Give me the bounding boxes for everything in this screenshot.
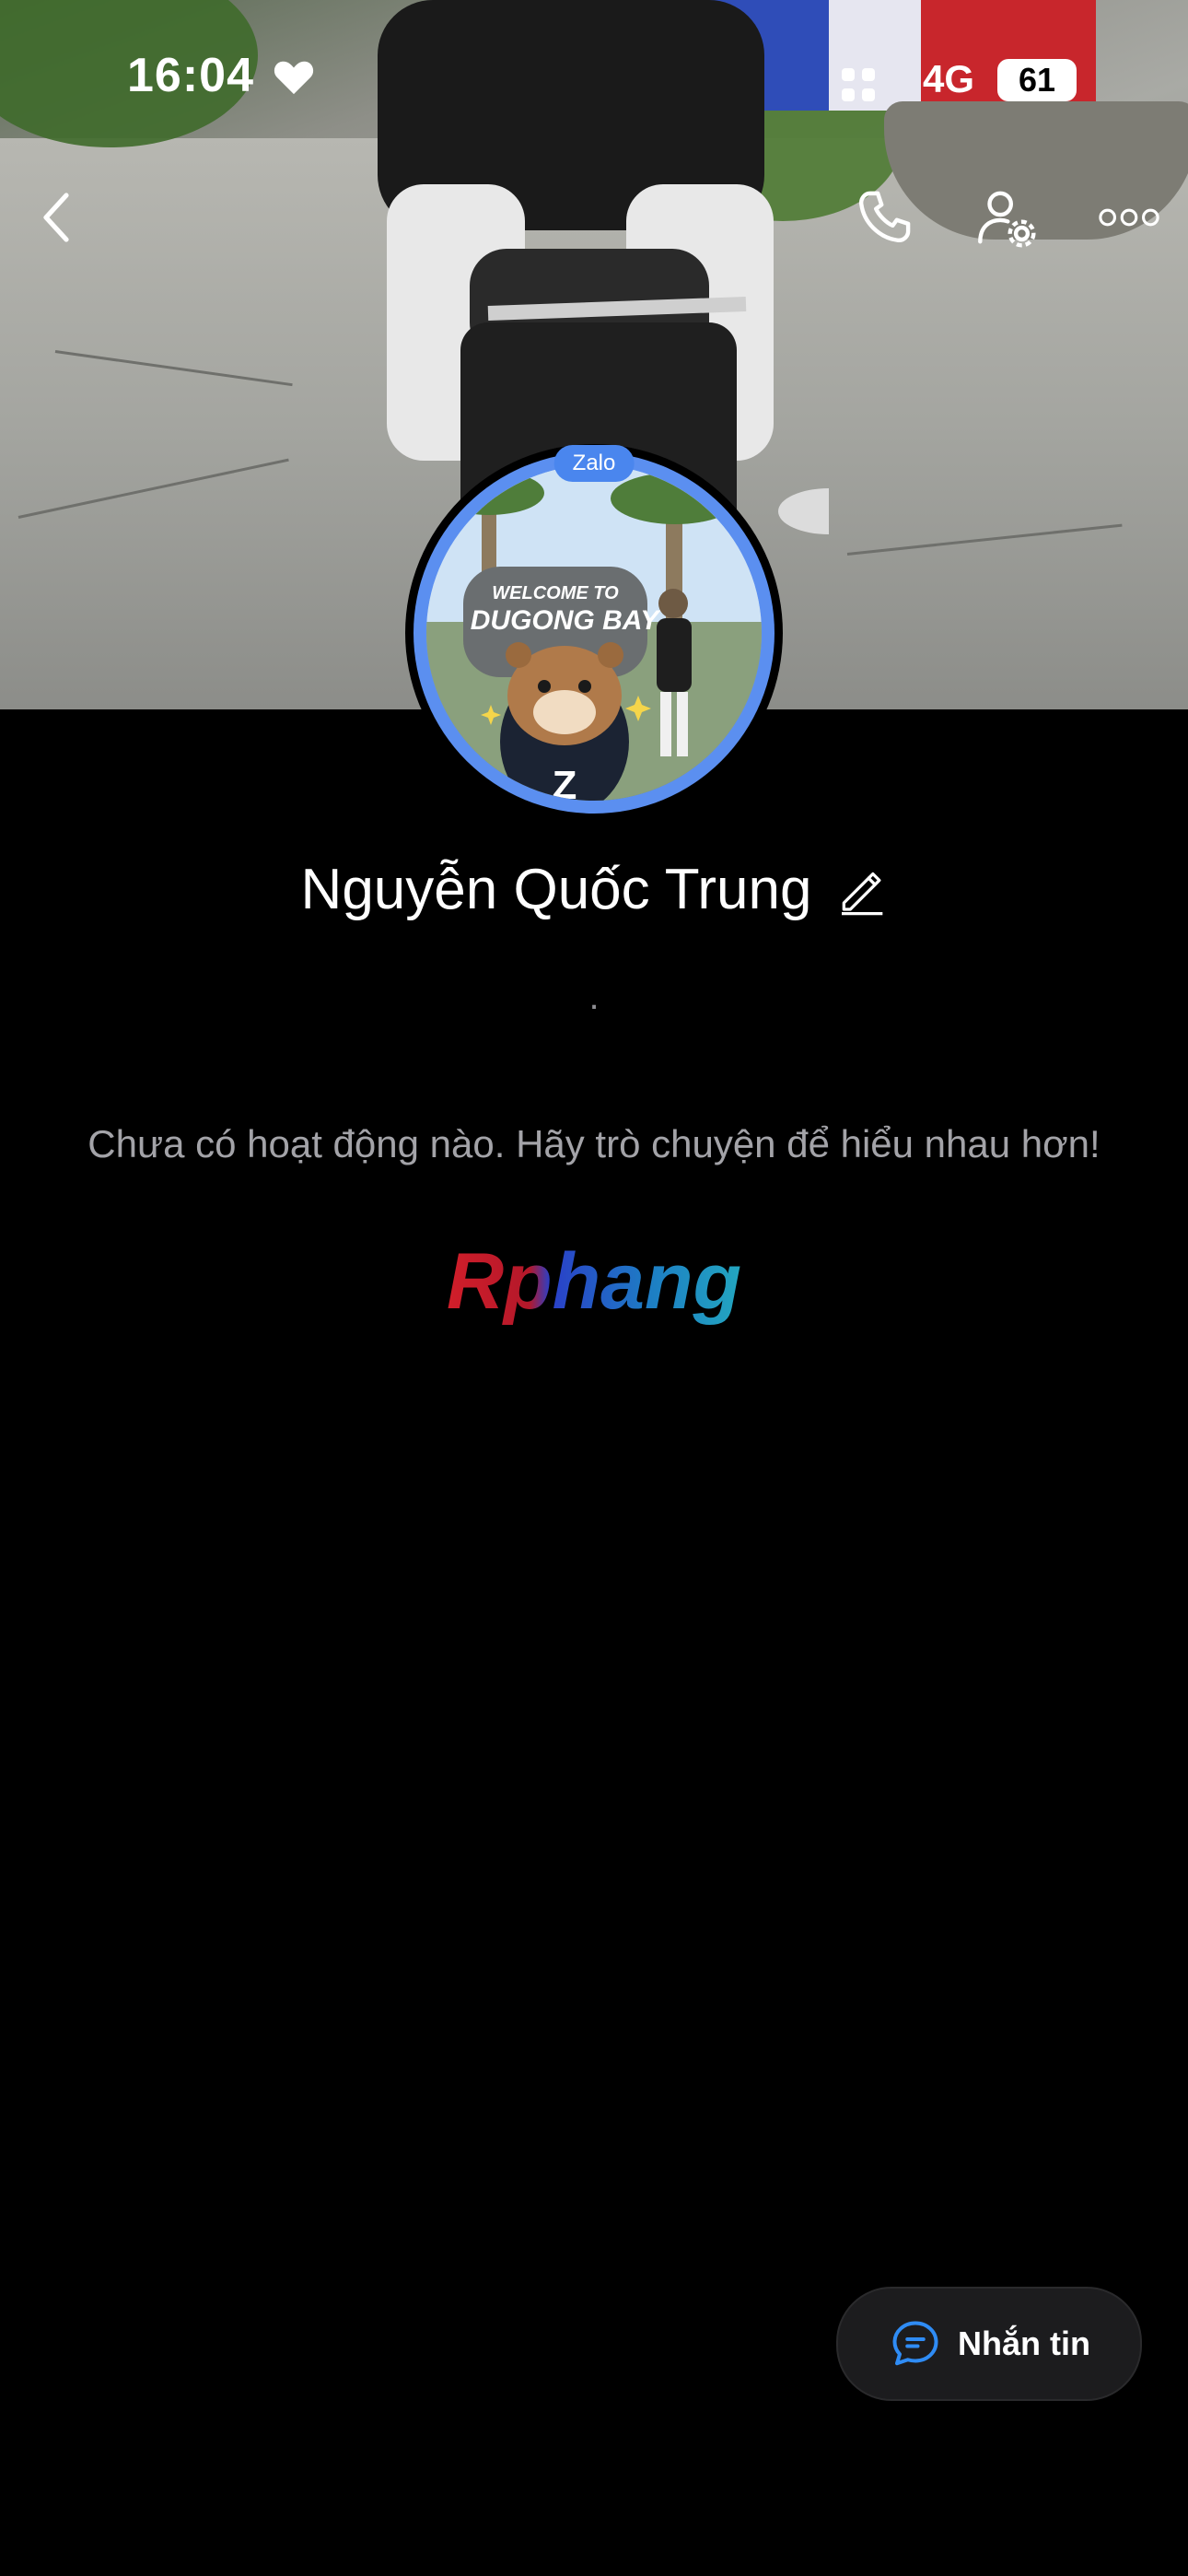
edit-pencil-icon[interactable] [835,864,887,916]
status-separator: . [588,977,600,1017]
brand-logo-text: Rphang [447,1237,741,1326]
control-grid-icon [842,68,875,101]
zalo-badge: Zalo [553,445,635,482]
call-button[interactable] [847,181,921,254]
more-button[interactable] [1092,181,1166,254]
avatar-sign-line2: DUGONG BAY [471,605,661,636]
back-button[interactable] [20,181,94,254]
avatar-illustration: WELCOME TO DUGONG BAY Z [426,465,762,801]
message-button-label: Nhắn tin [958,2324,1090,2362]
avatar-ring: WELCOME TO DUGONG BAY Z Zalo [413,445,775,814]
avatar-photo: WELCOME TO DUGONG BAY Z [426,465,762,801]
profile-name: Nguyễn Quốc Trung [300,858,812,921]
chat-bubble-icon [892,2321,938,2366]
back-icon [43,193,69,242]
empty-activity-message: Chưa có hoạt động nào. Hãy trò chuyện để… [87,1122,1101,1165]
brand-logo: Rphang [447,1237,741,1326]
user-settings-button[interactable] [969,181,1042,254]
more-icon [1099,208,1159,227]
profile-name-row: Nguyễn Quốc Trung [0,857,1188,922]
status-bar: 16:04 4G 61 [0,0,1188,161]
battery-indicator: 61 [997,59,1077,101]
message-button[interactable]: Nhắn tin [836,2287,1142,2401]
avatar[interactable]: WELCOME TO DUGONG BAY Z Zalo [405,444,783,822]
status-time: 16:04 [127,49,254,102]
user-settings-icon [978,191,1036,248]
network-type: 4G [923,57,975,100]
heart-icon [274,61,314,95]
phone-icon [859,191,911,242]
svg-text:Z: Z [553,763,577,801]
avatar-sign-line1: WELCOME TO [492,583,619,603]
